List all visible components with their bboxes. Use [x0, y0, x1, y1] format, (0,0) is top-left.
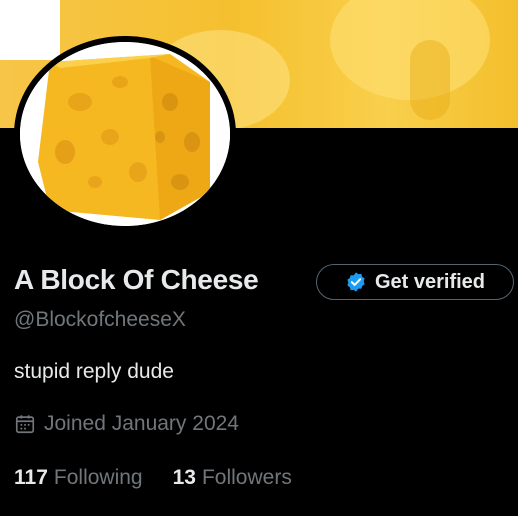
joined-label: Joined January 2024	[44, 412, 239, 435]
profile-handle: @BlockofcheeseX	[14, 308, 186, 331]
profile-stats: 117 Following 13 Followers	[14, 466, 292, 490]
verified-badge-icon	[345, 271, 367, 293]
profile-bio: stupid reply dude	[14, 360, 174, 383]
banner-white-area	[0, 0, 60, 60]
cheese-block-image	[20, 42, 230, 226]
get-verified-label: Get verified	[374, 270, 486, 293]
followers-link[interactable]: 13 Followers	[173, 466, 292, 490]
profile-avatar[interactable]	[14, 36, 236, 232]
joined-date: Joined January 2024	[14, 412, 239, 436]
banner-shadow	[410, 40, 450, 120]
followers-count: 13	[172, 466, 196, 489]
following-label: Following	[53, 466, 143, 489]
following-link[interactable]: 117 Following	[14, 466, 143, 490]
display-name: A Block Of Cheese	[14, 264, 259, 295]
get-verified-button[interactable]: Get verified	[316, 264, 514, 300]
followers-label: Followers	[201, 466, 292, 489]
calendar-icon	[14, 413, 36, 435]
avatar-image	[20, 42, 230, 226]
following-count: 117	[14, 466, 48, 489]
